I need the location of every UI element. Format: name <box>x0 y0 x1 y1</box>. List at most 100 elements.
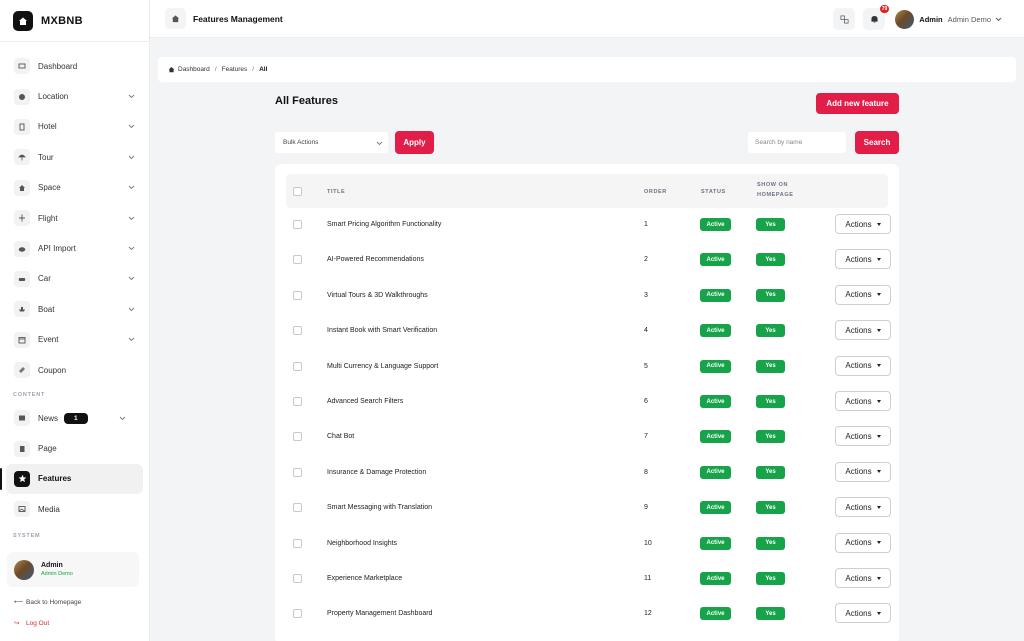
language-button[interactable] <box>833 8 856 30</box>
feature-title[interactable]: Advanced Search Filters <box>327 398 403 405</box>
header-title[interactable]: TITLE <box>327 189 345 195</box>
row-checkbox[interactable] <box>293 538 302 548</box>
sidebar-item-space[interactable]: Space <box>0 173 150 203</box>
chevron-down-icon[interactable] <box>995 15 1002 24</box>
feature-title[interactable]: Multi Currency & Language Support <box>327 363 438 370</box>
sidebar-item-label: Coupon <box>38 365 67 375</box>
actions-dropdown-button[interactable]: Actions <box>835 214 891 234</box>
sidebar-item-car[interactable]: Car <box>0 264 150 294</box>
row-checkbox[interactable] <box>293 609 302 619</box>
feature-title[interactable]: Smart Pricing Algorithm Functionality <box>327 221 441 228</box>
sidebar-item-media[interactable]: Media <box>0 494 150 524</box>
table-row: AI-Powered Recommendations 2 Active Yes Acti… <box>286 242 891 277</box>
actions-dropdown-button[interactable]: Actions <box>835 426 891 447</box>
chevron-down-icon <box>126 213 136 223</box>
row-checkbox[interactable] <box>293 220 302 229</box>
feature-title[interactable]: Property Management Dashboard <box>327 610 432 617</box>
sidebar-item-event[interactable]: Event <box>0 325 150 355</box>
sidebar-item-location[interactable]: Location <box>0 81 150 111</box>
header-status[interactable]: STATUS <box>701 189 726 195</box>
feature-title[interactable]: Instant Book with Smart Verification <box>327 327 437 334</box>
sidebar-user-card[interactable]: Admin Admin Demo <box>7 552 139 587</box>
avatar[interactable] <box>895 9 915 29</box>
add-feature-button[interactable]: Add new feature <box>816 93 899 114</box>
notifications-button[interactable]: 79 <box>863 5 890 30</box>
back-to-homepage-link[interactable]: ⟵ Back to Homepage <box>14 598 81 607</box>
actions-dropdown-button[interactable]: Actions <box>835 320 891 341</box>
sidebar-item-coupon[interactable]: Coupon <box>0 355 150 385</box>
sidebar-item-tour[interactable]: Tour <box>0 142 150 172</box>
home-icon <box>13 10 33 31</box>
actions-dropdown-button[interactable]: Actions <box>835 568 891 588</box>
actions-dropdown-button[interactable]: Actions <box>835 532 891 553</box>
topbar-user-name[interactable]: Admin <box>919 15 942 24</box>
actions-dropdown-button[interactable]: Actions <box>835 355 891 376</box>
actions-dropdown-button[interactable]: Actions <box>835 284 891 305</box>
status-badge: Active <box>700 536 731 550</box>
header-homepage: HOMEPAGE <box>757 192 794 198</box>
active-indicator <box>0 467 2 490</box>
search-button[interactable]: Search <box>855 131 899 154</box>
row-checkbox[interactable] <box>293 574 302 583</box>
actions-dropdown-button[interactable]: Actions <box>835 497 891 518</box>
feature-order: 12 <box>644 610 652 618</box>
feature-title[interactable]: Chat Bot <box>327 433 354 440</box>
actions-dropdown-button[interactable]: Actions <box>835 249 891 270</box>
row-checkbox[interactable] <box>293 255 302 265</box>
row-checkbox[interactable] <box>293 432 302 442</box>
homepage-badge: Yes <box>756 253 785 267</box>
apply-button[interactable]: Apply <box>395 131 434 154</box>
header-order[interactable]: ORDER <box>644 189 667 195</box>
feature-order: 3 <box>644 291 648 299</box>
breadcrumb-dashboard[interactable]: Dashboard <box>178 66 210 73</box>
logout-link[interactable]: ↪ Log Out <box>14 619 49 628</box>
feature-title[interactable]: Neighborhood Insights <box>327 540 397 547</box>
sidebar-item-features[interactable]: Features <box>0 463 143 495</box>
home-button[interactable] <box>165 8 186 29</box>
row-checkbox[interactable] <box>293 361 302 371</box>
actions-dropdown-button[interactable]: Actions <box>835 461 891 482</box>
feature-order: 7 <box>644 433 648 441</box>
sidebar-item-api-import[interactable]: API Import <box>0 233 150 263</box>
feature-title[interactable]: Insurance & Damage Protection <box>327 469 426 476</box>
actions-label: Actions <box>845 396 872 406</box>
sidebar-item-news[interactable]: News 1 <box>0 403 150 433</box>
actions-label: Actions <box>845 325 872 335</box>
row-checkbox[interactable] <box>293 326 302 336</box>
select-all-checkbox[interactable] <box>293 187 302 196</box>
sidebar-item-hotel[interactable]: Hotel <box>0 112 150 142</box>
page-icon <box>14 440 30 457</box>
row-checkbox[interactable] <box>293 503 302 513</box>
feature-title[interactable]: Virtual Tours & 3D Walkthroughs <box>327 292 428 299</box>
row-checkbox[interactable] <box>293 397 302 406</box>
sidebar-item-label: API Import <box>38 244 76 254</box>
chevron-down-icon <box>126 335 136 345</box>
feature-title[interactable]: Experience Marketplace <box>327 575 402 582</box>
row-checkbox[interactable] <box>293 467 302 477</box>
sidebar-item-flight[interactable]: Flight <box>0 203 150 233</box>
feature-title[interactable]: Smart Messaging with Translation <box>327 504 432 511</box>
sidebar-item-dashboard[interactable]: Dashboard <box>0 51 150 81</box>
bulk-actions-select[interactable]: Bulk Actions <box>275 132 388 153</box>
caret-down-icon <box>876 257 881 261</box>
star-icon <box>14 470 30 487</box>
breadcrumb-features[interactable]: Features <box>222 66 248 73</box>
status-badge: Active <box>700 465 731 479</box>
row-checkbox[interactable] <box>293 290 302 300</box>
table-row: Neighborhood Insights 10 Active Yes Actions <box>286 526 891 561</box>
search-input[interactable] <box>748 132 846 153</box>
status-badge: Active <box>700 607 731 621</box>
sidebar-item-page[interactable]: Page <box>0 433 150 463</box>
status-badge: Active <box>700 501 731 515</box>
status-badge: Active <box>700 324 731 338</box>
homepage-badge: Yes <box>756 501 785 515</box>
table-row: Smart Pricing Algorithm Functionality 1 Ac… <box>286 207 891 242</box>
feature-title[interactable]: AI-Powered Recommendations <box>327 256 424 263</box>
actions-label: Actions <box>845 608 872 618</box>
topbar-user-role[interactable]: Admin Demo <box>948 15 991 24</box>
sidebar-item-boat[interactable]: Boat <box>0 294 150 324</box>
arrow-left-icon: ⟵ <box>14 599 24 606</box>
actions-dropdown-button[interactable]: Actions <box>835 603 891 624</box>
actions-dropdown-button[interactable]: Actions <box>835 391 891 411</box>
brand[interactable]: MXBNB <box>0 0 149 42</box>
